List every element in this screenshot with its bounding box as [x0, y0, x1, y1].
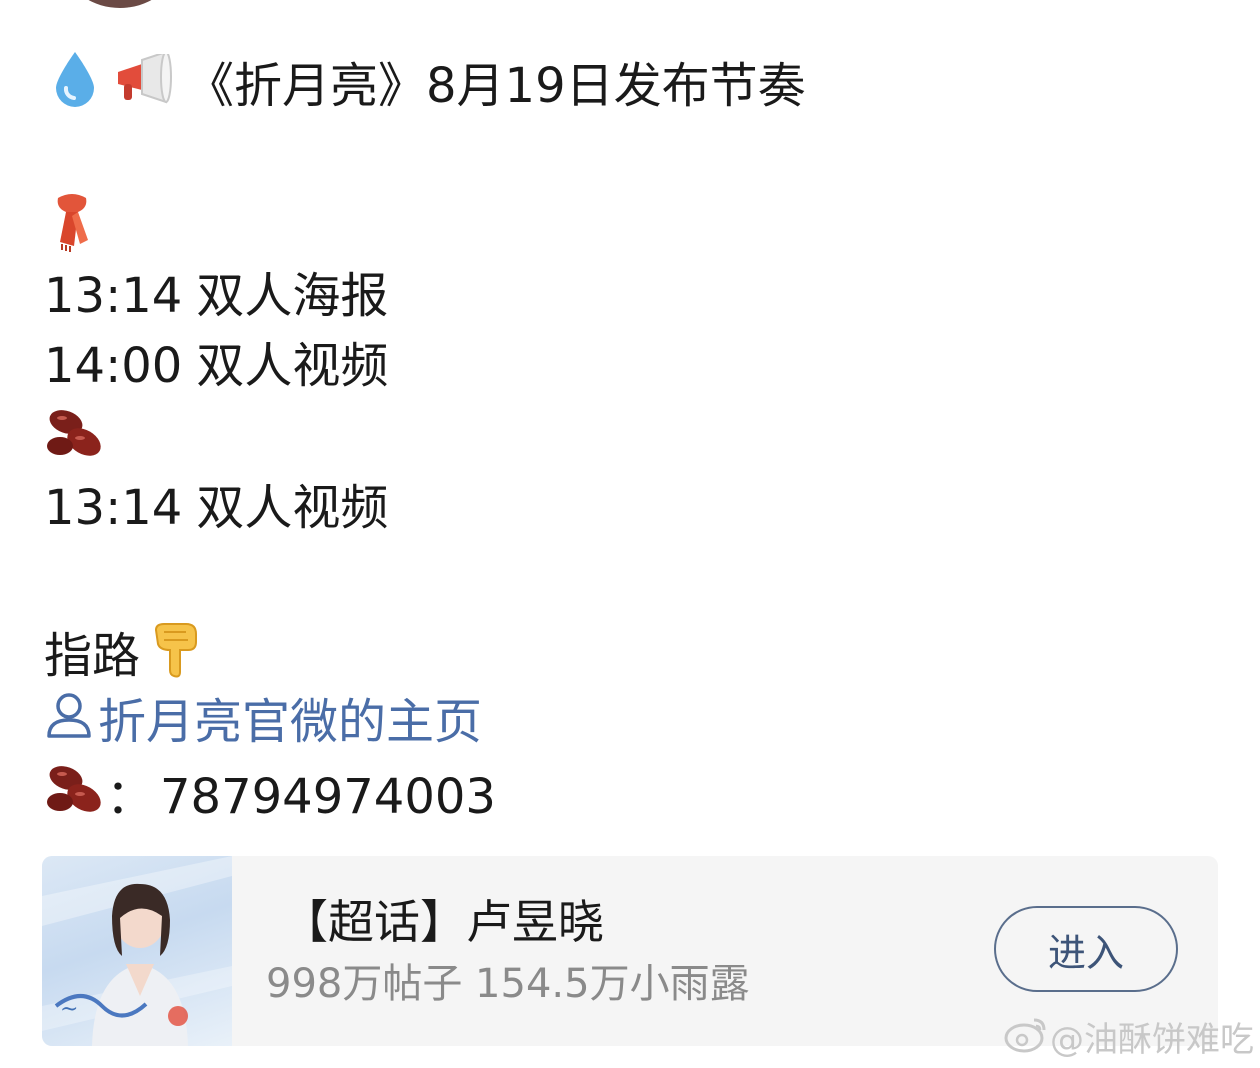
user-icon	[44, 690, 94, 754]
bean-separator: ：	[106, 769, 155, 825]
post-title: 《折月亮》8月19日发布节奏	[186, 58, 806, 114]
schedule-item: 双人视频	[196, 480, 389, 536]
pointing-down-icon	[150, 620, 202, 692]
schedule-time: 14:00	[44, 338, 183, 394]
schedule-time: 13:14	[44, 480, 183, 536]
schedule-item: 双人海报	[196, 268, 389, 324]
schedule-time: 13:14	[44, 268, 183, 324]
topic-cover-image: ~	[42, 856, 232, 1046]
droplet-icon	[52, 50, 98, 122]
topic-name: 【超话】卢昱晓	[282, 895, 604, 949]
profile-link[interactable]: 折月亮官微的主页	[44, 690, 482, 754]
scarf-line	[44, 192, 100, 266]
beans-line	[44, 406, 106, 476]
guide-line: 指路	[44, 620, 202, 692]
post-title-line: 《折月亮》8月19日发布节奏	[52, 50, 806, 122]
beans-icon	[44, 762, 106, 832]
schedule-row: 13:14 双人视频	[44, 478, 388, 538]
bean-id-line: ： 78794974003	[44, 762, 496, 832]
watermark-text: @油酥饼难吃	[1050, 1019, 1254, 1060]
schedule-item: 双人视频	[196, 338, 389, 394]
weibo-logo-icon	[1004, 1014, 1050, 1065]
watermark: @油酥饼难吃	[1004, 1014, 1254, 1065]
bean-id: 78794974003	[160, 769, 496, 825]
megaphone-icon	[112, 50, 172, 118]
enter-button[interactable]: 进入	[994, 906, 1178, 992]
beans-icon	[44, 406, 106, 476]
topic-stats: 998万帖子 154.5万小雨露	[266, 961, 750, 1007]
schedule-row: 13:14 双人海报	[44, 266, 388, 326]
schedule-row: 14:00 双人视频	[44, 336, 388, 396]
profile-link-label[interactable]: 折月亮官微的主页	[98, 692, 482, 752]
avatar[interactable]	[70, 0, 170, 8]
guide-label: 指路	[44, 628, 141, 684]
scarf-icon	[44, 192, 100, 266]
